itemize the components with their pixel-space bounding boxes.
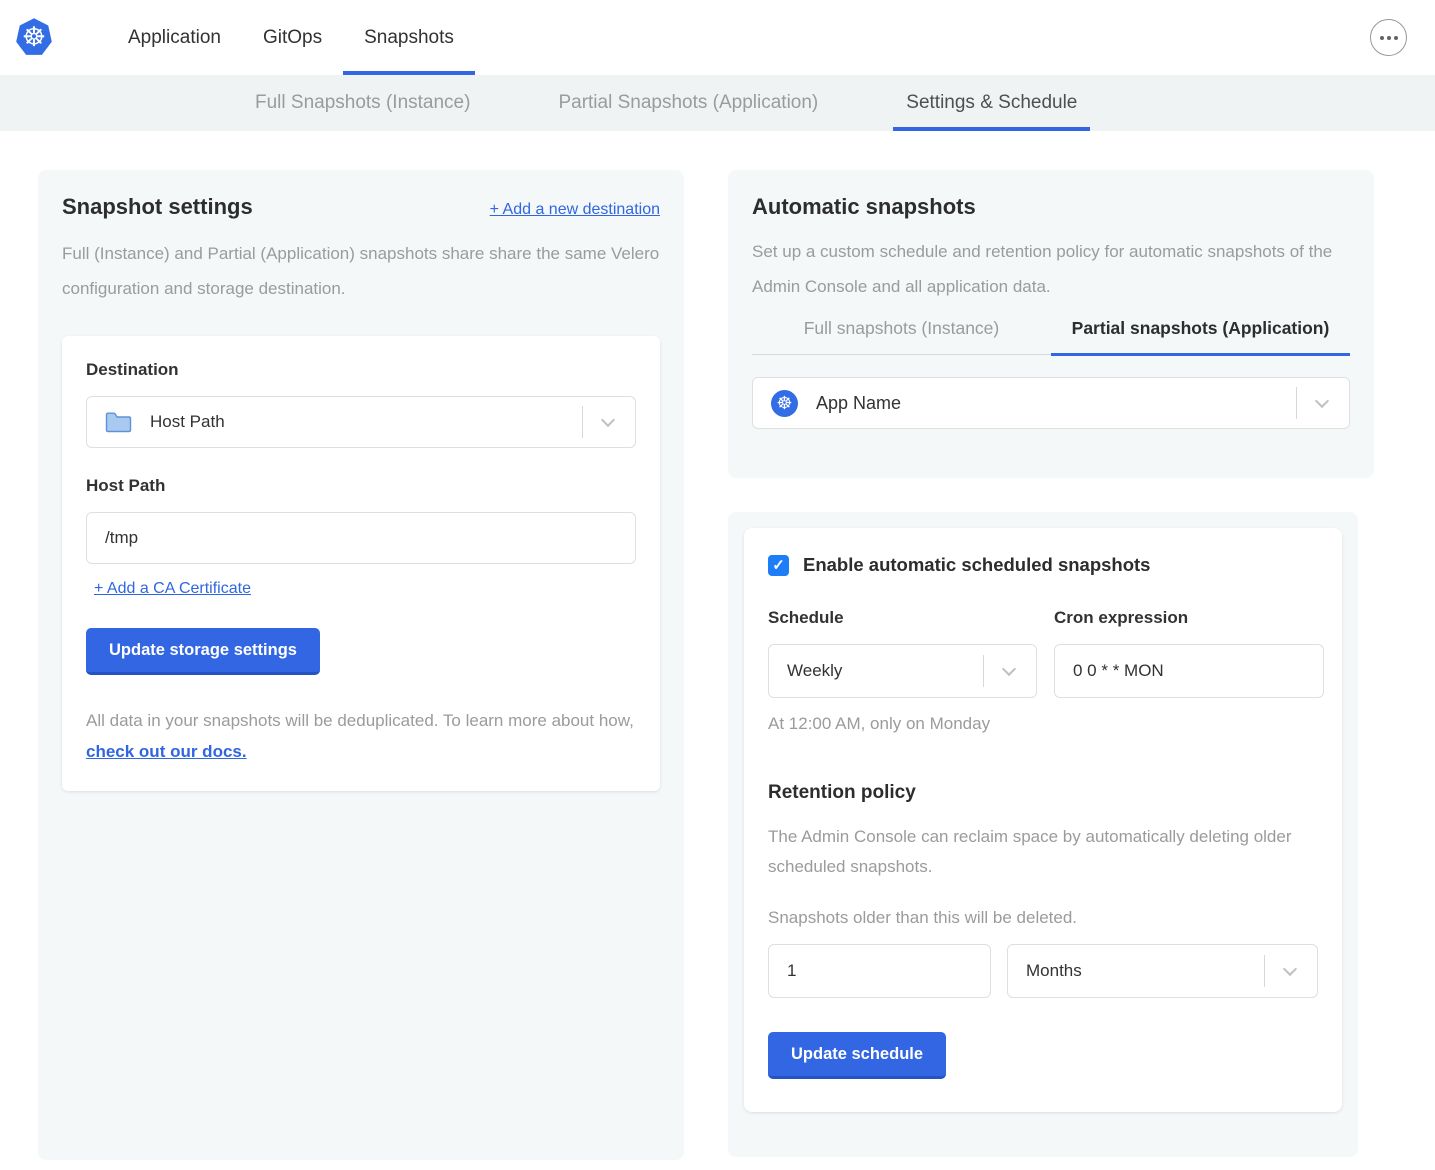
checkmark-icon: ✓ (772, 556, 785, 574)
tab-settings-schedule[interactable]: Settings & Schedule (906, 75, 1077, 131)
retention-policy-description: The Admin Console can reclaim space by a… (768, 822, 1298, 882)
right-column: Automatic snapshots Set up a custom sche… (728, 170, 1374, 1160)
app-select-value: App Name (816, 393, 901, 414)
destination-select[interactable]: Host Path (86, 396, 636, 448)
update-storage-settings-button[interactable]: Update storage settings (86, 628, 320, 675)
destination-label: Destination (86, 360, 636, 380)
main-content: Snapshot settings + Add a new destinatio… (0, 131, 1435, 1160)
automatic-snapshots-description: Set up a custom schedule and retention p… (752, 234, 1350, 304)
schedule-card: ✓ Enable automatic scheduled snapshots S… (728, 512, 1358, 1157)
nav-application[interactable]: Application (107, 0, 242, 75)
snapshot-type-tabs: Full snapshots (Instance) Partial snapsh… (752, 318, 1350, 355)
cron-expression-input[interactable] (1054, 644, 1324, 698)
top-header: ☸ Application GitOps Snapshots (0, 0, 1435, 75)
retention-count-input[interactable] (768, 944, 991, 998)
add-destination-link[interactable]: + Add a new destination (490, 201, 660, 219)
schedule-interval-value: Weekly (787, 661, 842, 681)
chevron-down-icon (1315, 394, 1329, 408)
automatic-snapshots-title: Automatic snapshots (752, 194, 1350, 220)
retention-unit-select[interactable]: Months (1007, 944, 1318, 998)
ellipsis-icon (1380, 36, 1384, 40)
retention-hint: Snapshots older than this will be delete… (768, 908, 1318, 928)
cron-expression-label: Cron expression (1054, 608, 1324, 628)
host-path-input[interactable] (86, 512, 636, 564)
snapshot-settings-description: Full (Instance) and Partial (Application… (62, 236, 660, 306)
tab-full-snapshots[interactable]: Full Snapshots (Instance) (255, 75, 470, 131)
retention-policy-title: Retention policy (768, 782, 1318, 804)
nav-snapshots[interactable]: Snapshots (343, 0, 475, 75)
enable-snapshots-checkbox-row[interactable]: ✓ Enable automatic scheduled snapshots (768, 554, 1318, 576)
chevron-down-icon (601, 413, 615, 427)
retention-unit-value: Months (1026, 961, 1082, 981)
kubernetes-logo-icon: ☸ (15, 18, 53, 58)
schedule-label: Schedule (768, 608, 1037, 628)
helm-wheel-icon: ☸ (22, 24, 46, 51)
snapshot-settings-title: Snapshot settings (62, 194, 253, 220)
destination-select-value: Host Path (150, 412, 225, 432)
nav-gitops[interactable]: GitOps (242, 0, 343, 75)
dedupe-note: All data in your snapshots will be dedup… (86, 705, 636, 767)
tab-partial-snapshots[interactable]: Partial Snapshots (Application) (558, 75, 818, 131)
enable-snapshots-checkbox[interactable]: ✓ (768, 555, 789, 576)
docs-link[interactable]: check out our docs. (86, 742, 247, 761)
tab-full-snapshots-instance[interactable]: Full snapshots (Instance) (752, 318, 1051, 356)
more-options-button[interactable] (1370, 19, 1407, 56)
tab-partial-snapshots-application[interactable]: Partial snapshots (Application) (1051, 318, 1350, 356)
schedule-interval-select[interactable]: Weekly (768, 644, 1037, 698)
storage-settings-panel: Destination Host Path Host Path + Add a … (62, 336, 660, 791)
app-kubernetes-icon: ☸ (771, 390, 798, 417)
snapshots-subnav: Full Snapshots (Instance) Partial Snapsh… (0, 75, 1435, 131)
update-schedule-button[interactable]: Update schedule (768, 1032, 946, 1079)
add-ca-certificate-link[interactable]: + Add a CA Certificate (94, 580, 251, 597)
chevron-down-icon (1283, 962, 1297, 976)
automatic-snapshots-card: Automatic snapshots Set up a custom sche… (728, 170, 1374, 478)
snapshot-settings-card: Snapshot settings + Add a new destinatio… (38, 170, 684, 1160)
cron-human-readable: At 12:00 AM, only on Monday (768, 714, 1318, 734)
folder-icon (105, 412, 132, 433)
host-path-label: Host Path (86, 476, 636, 496)
schedule-panel: ✓ Enable automatic scheduled snapshots S… (744, 528, 1342, 1112)
app-select[interactable]: ☸ App Name (752, 377, 1350, 429)
main-nav: Application GitOps Snapshots (107, 0, 475, 75)
enable-snapshots-label: Enable automatic scheduled snapshots (803, 554, 1150, 576)
chevron-down-icon (1002, 662, 1016, 676)
